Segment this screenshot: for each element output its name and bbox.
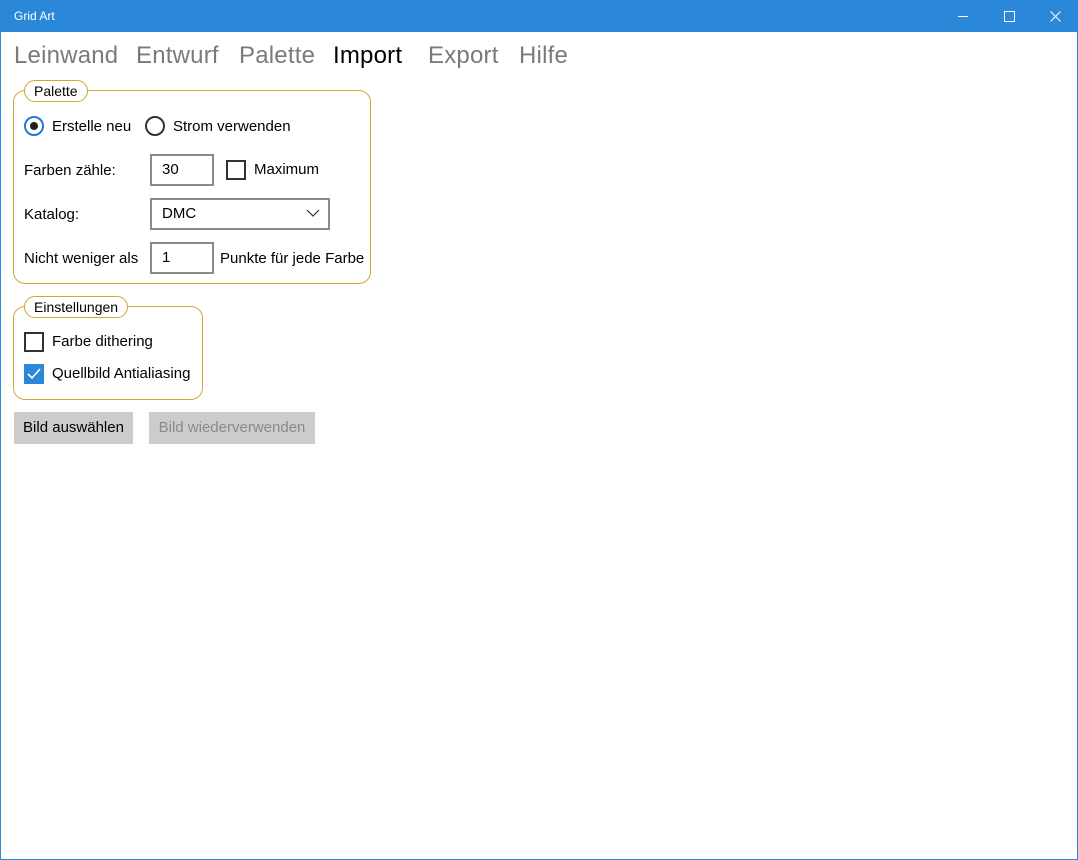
radio-use-current-label: Strom verwenden xyxy=(173,118,291,135)
tab-palette[interactable]: Palette xyxy=(239,42,315,70)
maximum-label: Maximum xyxy=(254,161,320,178)
maximum-checkbox[interactable] xyxy=(226,160,246,180)
radio-create-new[interactable] xyxy=(24,116,44,136)
catalog-label: Katalog: xyxy=(24,206,80,223)
app-window: Grid Art Leinwand Entwurf Palette Import… xyxy=(0,0,1078,860)
dithering-label: Farbe dithering xyxy=(52,333,153,350)
maximize-button[interactable] xyxy=(986,0,1032,32)
tab-hilfe[interactable]: Hilfe xyxy=(519,42,568,70)
catalog-select-value: DMC xyxy=(162,205,197,222)
dithering-checkbox[interactable] xyxy=(24,332,44,352)
catalog-select[interactable]: DMC xyxy=(150,198,330,230)
colors-count-input[interactable]: 30 xyxy=(150,154,214,186)
close-icon xyxy=(1049,10,1061,22)
settings-group xyxy=(13,306,203,400)
tab-leinwand[interactable]: Leinwand xyxy=(14,42,118,70)
select-image-button[interactable]: Bild auswählen xyxy=(14,412,133,444)
antialiasing-checkbox[interactable] xyxy=(24,364,44,384)
min-points-suffix: Punkte für jede Farbe xyxy=(220,250,365,267)
chevron-down-icon xyxy=(306,209,320,217)
minimize-icon xyxy=(958,16,968,17)
minimize-button[interactable] xyxy=(940,0,986,32)
reuse-image-button[interactable]: Bild wiederverwenden xyxy=(149,412,315,444)
title-bar: Grid Art xyxy=(1,0,1078,32)
antialiasing-label: Quellbild Antialiasing xyxy=(52,365,191,382)
close-button[interactable] xyxy=(1032,0,1078,32)
colors-count-label: Farben zähle: xyxy=(24,162,116,179)
radio-create-new-label: Erstelle neu xyxy=(52,118,132,135)
tab-entwurf[interactable]: Entwurf xyxy=(136,42,219,70)
tab-import[interactable]: Import xyxy=(333,42,402,70)
window-title: Grid Art xyxy=(14,9,55,23)
radio-use-current[interactable] xyxy=(145,116,165,136)
min-points-label: Nicht weniger als xyxy=(24,250,139,267)
tab-export[interactable]: Export xyxy=(428,42,499,70)
min-points-input[interactable]: 1 xyxy=(150,242,214,274)
settings-group-title: Einstellungen xyxy=(24,296,129,318)
maximize-icon xyxy=(1003,10,1015,22)
palette-group-title: Palette xyxy=(24,80,88,102)
checkmark-icon xyxy=(27,368,41,380)
